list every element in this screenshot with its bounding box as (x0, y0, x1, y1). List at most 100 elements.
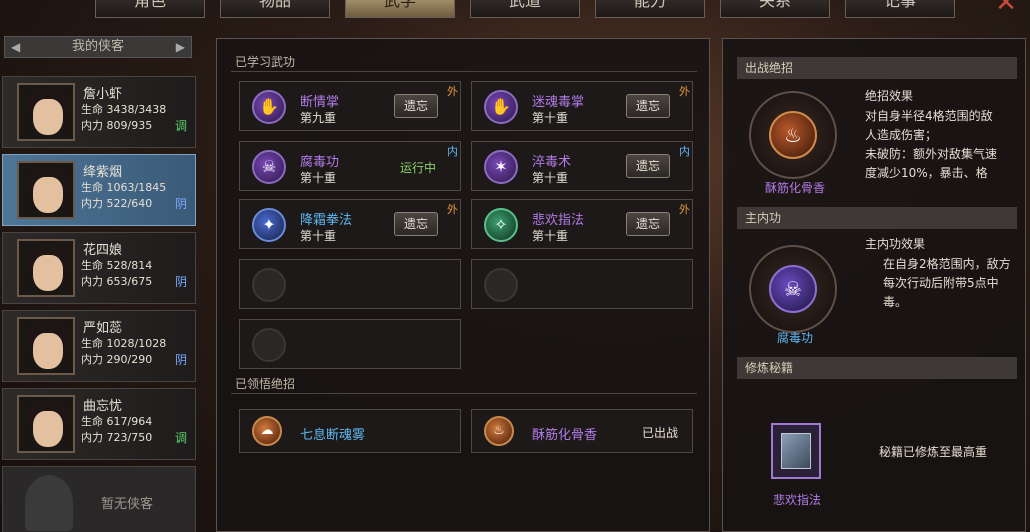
close-icon[interactable]: ✕ (982, 0, 1030, 18)
character-hp: 生命 617/964 (81, 415, 153, 428)
skill-slot[interactable]: ✋ 迷魂毒掌 第十重 遗忘 外 (471, 81, 693, 131)
ult-name: 酥筋化骨香 (532, 428, 598, 443)
character-tag: 阴 (174, 197, 187, 211)
empty-slot-icon (252, 328, 286, 362)
character-card[interactable]: 严如蕊 生命 1028/1028 内力 290/290 阴 (2, 310, 196, 382)
empty-label: 暂无侠客 (101, 497, 154, 512)
character-mp: 内力 290/290 (81, 353, 153, 366)
ult-title: 已领悟绝招 (235, 377, 296, 391)
main-effect-title: 主内功效果 (865, 237, 926, 251)
character-list: 詹小虾 生命 3438/3438 内力 809/935 调 绛紫烟 生命 106… (0, 76, 198, 532)
skill-type: 外 (447, 85, 458, 98)
avatar (17, 317, 75, 375)
character-card[interactable]: 花四娘 生命 528/814 内力 653/675 阴 (2, 232, 196, 304)
right-arrow-icon[interactable]: ▶ (176, 37, 185, 57)
character-mp: 内力 723/750 (81, 431, 153, 444)
forget-button[interactable]: 遗忘 (394, 212, 438, 236)
character-sidebar: ◀ 我的侠客 ▶ 詹小虾 生命 3438/3438 内力 809/935 调 绛… (0, 36, 198, 532)
skill-name: 悲欢指法 (532, 213, 585, 228)
skill-slot[interactable]: ✋ 断情掌 第九重 遗忘 外 (239, 81, 461, 131)
avatar (17, 83, 75, 141)
ult-emblem-name: 酥筋化骨香 (764, 181, 825, 195)
tab-0[interactable]: 角色 (95, 0, 205, 18)
avatar (17, 395, 75, 453)
skill-name: 降霜拳法 (300, 213, 353, 228)
empty-slot-icon (252, 268, 286, 302)
left-arrow-icon[interactable]: ◀ (11, 37, 20, 57)
skill-type: 外 (679, 203, 690, 216)
character-name: 詹小虾 (83, 87, 123, 102)
skill-name: 迷魂毒掌 (532, 95, 585, 110)
ult-slot[interactable]: ♨ 酥筋化骨香 已出战 (471, 409, 693, 453)
tab-3[interactable]: 武道 (470, 0, 580, 18)
character-hp: 生命 1028/1028 (81, 337, 167, 350)
skill-slot[interactable]: ✧ 悲欢指法 第十重 遗忘 外 (471, 199, 693, 249)
effect-line: 人造成伤害； (865, 128, 938, 142)
character-card[interactable]: 绛紫烟 生命 1063/1845 内力 522/640 阴 (2, 154, 196, 226)
empty-skill-slot[interactable] (471, 259, 693, 309)
ult-emblem[interactable]: ♨ (749, 91, 837, 179)
skull-icon: ☠ (252, 150, 286, 184)
skill-slot[interactable]: ☠ 腐毒功 第十重 运行中 内 (239, 141, 461, 191)
palm-icon: ✋ (252, 90, 286, 124)
tab-5[interactable]: 关系 (720, 0, 830, 18)
book-icon[interactable] (771, 423, 821, 479)
skill-type: 外 (447, 203, 458, 216)
effect-line: 在自身2格范围内，敌方 (883, 257, 1011, 271)
character-hp: 生命 1063/1845 (81, 181, 167, 194)
running-status: 运行中 (399, 161, 436, 175)
forget-button[interactable]: 遗忘 (626, 154, 670, 178)
top-tabs: 角色 物品 武学 武道 能力 关系 记事 (95, 0, 1030, 18)
finger-icon: ✧ (484, 208, 518, 242)
skill-slot[interactable]: ✦ 降霜拳法 第十重 遗忘 外 (239, 199, 461, 249)
skill-type: 外 (679, 85, 690, 98)
ult-effect-text: 对自身半径4格范围的敌 人造成伤害； 未破防：额外对敌集气速 度减少10%，暴击、格 (865, 107, 1015, 183)
book-name: 悲欢指法 (772, 493, 821, 507)
empty-slot-icon (484, 268, 518, 302)
skill-level: 第十重 (300, 229, 337, 243)
effect-line: 对自身半径4格范围的敌 (865, 109, 993, 123)
skills-panel: 已学习武功 ✋ 断情掌 第九重 遗忘 外 ✋ 迷魂毒掌 第十重 遗忘 外 ☠ 腐毒功… (216, 38, 710, 532)
sidebar-header: ◀ 我的侠客 ▶ (4, 36, 192, 58)
skill-slot[interactable]: ✶ 淬毒术 第十重 遗忘 内 (471, 141, 693, 191)
tab-6[interactable]: 记事 (845, 0, 955, 18)
main-emblem[interactable]: ☠ (749, 245, 837, 333)
tab-2[interactable]: 武学 (345, 0, 455, 18)
skill-type: 内 (447, 145, 458, 158)
forget-button[interactable]: 遗忘 (394, 94, 438, 118)
skill-name: 断情掌 (300, 95, 340, 110)
empty-character-slot[interactable]: 暂无侠客 (2, 466, 196, 532)
forget-button[interactable]: 遗忘 (626, 212, 670, 236)
tab-1[interactable]: 物品 (220, 0, 330, 18)
skill-type: 内 (679, 145, 690, 158)
main-section-header: 主内功 (737, 207, 1017, 229)
forget-button[interactable]: 遗忘 (626, 94, 670, 118)
ult-section-header: 出战绝招 (737, 57, 1017, 79)
ult-effect-title: 绝招效果 (865, 89, 914, 103)
book-section-header: 修炼秘籍 (737, 357, 1017, 379)
poison-palm-icon: ✋ (484, 90, 518, 124)
character-mp: 内力 809/935 (81, 119, 153, 132)
skill-name: 淬毒术 (532, 155, 572, 170)
empty-skill-slot[interactable] (239, 319, 461, 369)
character-name: 花四娘 (83, 243, 123, 258)
character-name: 曲忘忧 (83, 399, 123, 414)
character-name: 绛紫烟 (83, 165, 123, 180)
needles-icon: ✶ (484, 150, 518, 184)
effect-line: 未破防：额外对敌集气速 (865, 147, 998, 161)
mist-icon: ☁ (252, 416, 282, 446)
effect-line: 度减少10%，暴击、格 (865, 166, 988, 180)
avatar (17, 161, 75, 219)
sidebar-title: 我的侠客 (71, 39, 124, 54)
incense-icon: ♨ (484, 416, 514, 446)
ult-name: 七息断魂雾 (300, 428, 366, 443)
character-name: 严如蕊 (83, 321, 123, 336)
character-card[interactable]: 曲忘忧 生命 617/964 内力 723/750 调 (2, 388, 196, 460)
tab-4[interactable]: 能力 (595, 0, 705, 18)
empty-skill-slot[interactable] (239, 259, 461, 309)
skill-level: 第十重 (300, 171, 337, 185)
effect-line: 每次行动后附带5点中 (883, 276, 999, 290)
ult-slot[interactable]: ☁ 七息断魂雾 (239, 409, 461, 453)
skill-level: 第十重 (532, 171, 569, 185)
character-card[interactable]: 詹小虾 生命 3438/3438 内力 809/935 调 (2, 76, 196, 148)
